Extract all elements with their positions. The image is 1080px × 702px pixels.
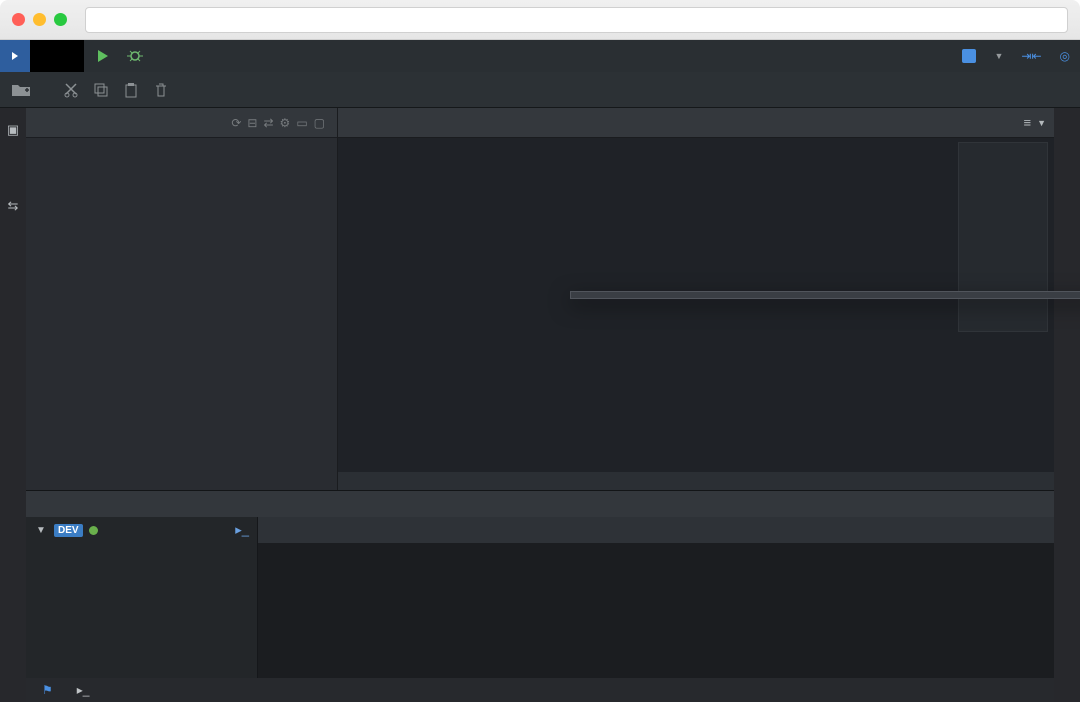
left-gutter: ▣ ⇆ — [0, 108, 26, 702]
processes-tab[interactable]: ▸_ — [77, 683, 96, 697]
dev-badge: DEV — [54, 524, 83, 537]
stop-button[interactable] — [962, 49, 976, 63]
link-icon[interactable]: ⇄ — [263, 116, 273, 130]
editor-area: ≡▼ — [338, 108, 1054, 490]
events-tab[interactable]: ⚑ — [42, 683, 59, 697]
gutter-icon[interactable]: ▣ — [7, 122, 19, 138]
cut-icon[interactable] — [60, 79, 82, 101]
min-icon[interactable]: ▭ — [296, 116, 307, 130]
processes-panel: ▼ DEV ▸_ — [26, 490, 1054, 678]
run-button[interactable] — [94, 47, 112, 65]
max-dot[interactable] — [54, 13, 67, 26]
toggle-icon[interactable]: ⇥⇤ — [1021, 49, 1041, 63]
min-dot[interactable] — [33, 13, 46, 26]
right-gutter — [1054, 108, 1080, 702]
debug-button[interactable] — [126, 47, 144, 65]
ssh-icon[interactable]: ▸_ — [235, 522, 249, 538]
processes-title — [26, 491, 1054, 517]
status-dot — [89, 526, 98, 535]
address-bar[interactable] — [85, 7, 1068, 33]
cursor-position — [338, 472, 1054, 490]
tab-list-icon[interactable]: ≡ — [1023, 115, 1031, 130]
code-completion-popup — [570, 291, 1080, 299]
paste-icon[interactable] — [120, 79, 142, 101]
projects-explorer: ⟳ ⊟ ⇄ ⚙ ▭ ▢ — [26, 108, 338, 490]
run-dropdown[interactable]: ▼ — [994, 51, 1003, 61]
terminal-output[interactable] — [258, 543, 1054, 678]
collapse-icon[interactable]: ⊟ — [247, 116, 257, 130]
chevron-down-icon[interactable]: ▼ — [34, 525, 48, 536]
code-editor[interactable] — [338, 138, 1054, 472]
bottom-bar: ⚑ ▸_ — [26, 678, 1054, 702]
tab-menu-chevron[interactable]: ▼ — [1037, 118, 1046, 128]
target-icon[interactable]: ◎ — [1060, 49, 1070, 63]
gear-icon[interactable]: ⚙ — [280, 116, 291, 130]
proposals-title — [571, 292, 1080, 298]
expand-menu-button[interactable] — [0, 40, 30, 72]
close-panel-icon[interactable]: ▢ — [314, 116, 325, 130]
browser-chrome — [0, 0, 1080, 40]
copy-icon[interactable] — [90, 79, 112, 101]
new-folder-icon[interactable] — [10, 79, 32, 101]
gutter-icon-2[interactable]: ⇆ — [8, 198, 19, 214]
minimap[interactable] — [958, 142, 1048, 332]
refresh-icon[interactable]: ⟳ — [231, 116, 241, 130]
close-dot[interactable] — [12, 13, 25, 26]
traffic-lights — [12, 13, 67, 26]
delete-icon[interactable] — [150, 79, 172, 101]
top-menu-bar: ▼ ⇥⇤ ◎ — [0, 40, 1080, 72]
toolstrip — [0, 72, 1080, 108]
